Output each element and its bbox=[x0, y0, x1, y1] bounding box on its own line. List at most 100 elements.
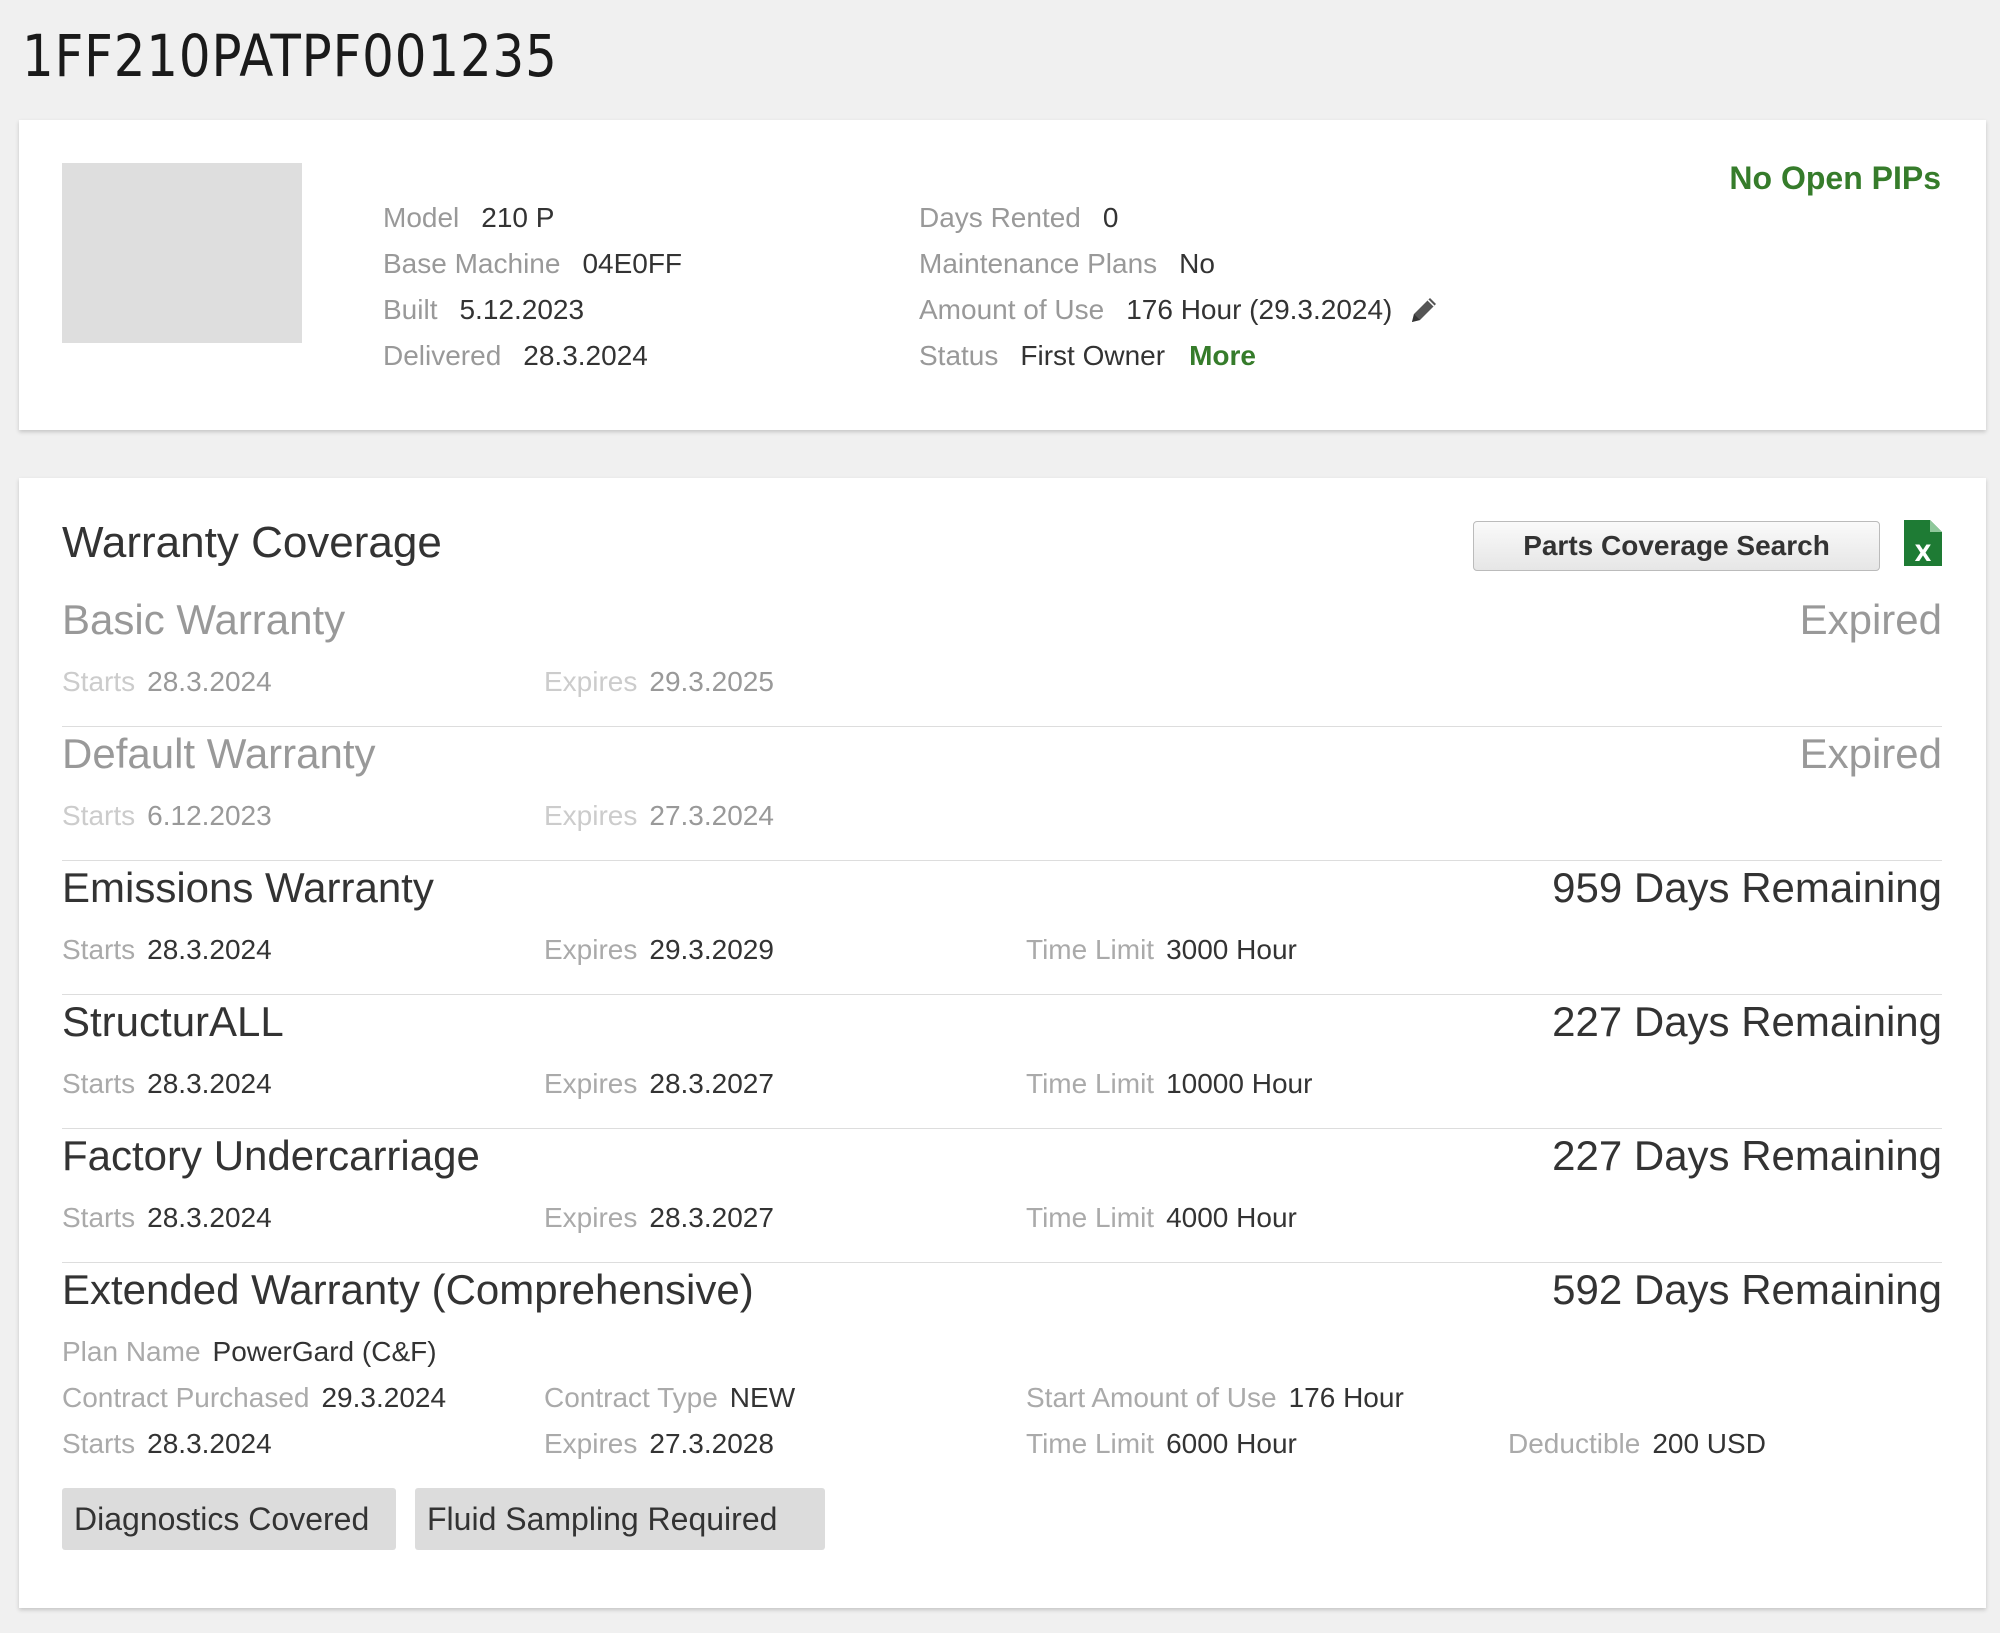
machine-info-column-2: Days Rented 0 Maintenance Plans No Amoun… bbox=[919, 195, 1444, 379]
warranty-coverage-title: Warranty Coverage bbox=[62, 518, 442, 567]
expires-value: 28.3.2027 bbox=[649, 1068, 774, 1099]
expires-label: Expires bbox=[544, 666, 638, 697]
contract-purchased-label: Contract Purchased bbox=[62, 1382, 310, 1413]
expires-field: Expires 27.3.2028 bbox=[544, 1428, 774, 1460]
section-divider bbox=[62, 994, 1942, 995]
days-rented-row: Days Rented 0 bbox=[919, 195, 1444, 241]
warranty-name: Basic Warranty bbox=[62, 596, 346, 643]
deductible-label: Deductible bbox=[1508, 1428, 1641, 1459]
expires-label: Expires bbox=[544, 800, 638, 831]
machine-info-column-1: Model 210 P Base Machine 04E0FF Built 5.… bbox=[383, 195, 682, 379]
time-limit-value: 4000 Hour bbox=[1166, 1202, 1297, 1233]
expires-value: 29.3.2025 bbox=[649, 666, 774, 697]
starts-field: Starts 28.3.2024 bbox=[62, 1068, 272, 1100]
base-machine-value: 04E0FF bbox=[582, 248, 683, 279]
expires-label: Expires bbox=[544, 1202, 638, 1233]
starts-value: 28.3.2024 bbox=[147, 666, 272, 697]
starts-label: Starts bbox=[62, 934, 136, 965]
plan-name-value: PowerGard (C&F) bbox=[212, 1336, 437, 1367]
starts-label: Starts bbox=[62, 1068, 136, 1099]
starts-value: 28.3.2024 bbox=[147, 1202, 272, 1233]
starts-label: Starts bbox=[62, 666, 136, 697]
plan-name-field: Plan Name PowerGard (C&F) bbox=[62, 1336, 437, 1368]
time-limit-field: Time Limit 6000 Hour bbox=[1026, 1428, 1297, 1460]
time-limit-label: Time Limit bbox=[1026, 934, 1155, 965]
more-link[interactable]: More bbox=[1189, 340, 1256, 372]
delivered-row: Delivered 28.3.2024 bbox=[383, 333, 682, 379]
status-label: Status bbox=[919, 340, 999, 371]
excel-icon[interactable]: X bbox=[1902, 518, 1944, 568]
page-title: 1FF210PATPF001235 bbox=[22, 22, 558, 90]
expires-value: 27.3.2028 bbox=[649, 1428, 774, 1459]
pencil-icon[interactable] bbox=[1404, 290, 1444, 330]
amount-of-use-row: Amount of Use 176 Hour (29.3.2024) bbox=[919, 287, 1444, 333]
contract-purchased-value: 29.3.2024 bbox=[321, 1382, 447, 1413]
expires-field: Expires 29.3.2025 bbox=[544, 666, 774, 698]
starts-field: Starts 28.3.2024 bbox=[62, 666, 272, 698]
model-row: Model 210 P bbox=[383, 195, 682, 241]
starts-value: 28.3.2024 bbox=[147, 934, 272, 965]
days-rented-label: Days Rented bbox=[919, 202, 1081, 233]
warranty-status: Expired bbox=[1799, 730, 1942, 777]
status-value: First Owner bbox=[1020, 340, 1166, 371]
warranty-status: 227 Days Remaining bbox=[1552, 998, 1942, 1045]
expires-field: Expires 29.3.2029 bbox=[544, 934, 774, 966]
starts-value: 28.3.2024 bbox=[147, 1068, 272, 1099]
base-machine-label: Base Machine bbox=[383, 248, 561, 279]
starts-label: Starts bbox=[62, 1202, 136, 1233]
diagnostics-covered-tag: Diagnostics Covered bbox=[62, 1488, 396, 1550]
expires-label: Expires bbox=[544, 1428, 638, 1459]
warranty-section-factory-undercarriage: Factory Undercarriage 227 Days Remaining… bbox=[62, 1132, 1942, 1263]
starts-label: Starts bbox=[62, 1428, 136, 1459]
expires-value: 27.3.2024 bbox=[649, 800, 774, 831]
starts-value: 28.3.2024 bbox=[147, 1428, 272, 1459]
time-limit-value: 6000 Hour bbox=[1166, 1428, 1297, 1459]
section-divider bbox=[62, 1262, 1942, 1263]
warranty-coverage-card: Warranty Coverage Parts Coverage Search … bbox=[19, 478, 1986, 1608]
starts-field: Starts 28.3.2024 bbox=[62, 1202, 272, 1234]
starts-label: Starts bbox=[62, 800, 136, 831]
expires-label: Expires bbox=[544, 1068, 638, 1099]
contract-type-label: Contract Type bbox=[544, 1382, 718, 1413]
maintenance-plans-row: Maintenance Plans No bbox=[919, 241, 1444, 287]
expires-field: Expires 28.3.2027 bbox=[544, 1202, 774, 1234]
model-value: 210 P bbox=[481, 202, 555, 233]
expires-label: Expires bbox=[544, 934, 638, 965]
maintenance-plans-label: Maintenance Plans bbox=[919, 248, 1158, 279]
delivered-label: Delivered bbox=[383, 340, 502, 371]
start-amount-of-use-field: Start Amount of Use 176 Hour bbox=[1026, 1382, 1404, 1414]
time-limit-field: Time Limit 4000 Hour bbox=[1026, 1202, 1297, 1234]
start-amount-of-use-label: Start Amount of Use bbox=[1026, 1382, 1277, 1413]
warranty-status: 959 Days Remaining bbox=[1552, 864, 1942, 911]
warranty-name: Extended Warranty (Comprehensive) bbox=[62, 1266, 754, 1313]
amount-of-use-value: 176 Hour (29.3.2024) bbox=[1126, 294, 1393, 325]
warranty-section-structurall: StructurALL 227 Days Remaining Starts 28.… bbox=[62, 998, 1942, 1129]
warranty-name: Default Warranty bbox=[62, 730, 376, 777]
base-machine-row: Base Machine 04E0FF bbox=[383, 241, 682, 287]
warranty-status: Expired bbox=[1799, 596, 1942, 643]
contract-type-value: NEW bbox=[729, 1382, 796, 1413]
fluid-sampling-required-tag: Fluid Sampling Required bbox=[415, 1488, 825, 1550]
machine-summary-card: Model 210 P Base Machine 04E0FF Built 5.… bbox=[19, 120, 1986, 430]
warranty-name: Emissions Warranty bbox=[62, 864, 434, 911]
start-amount-of-use-value: 176 Hour bbox=[1288, 1382, 1404, 1413]
warranty-status: 592 Days Remaining bbox=[1552, 1266, 1942, 1313]
warranty-section-extended: Extended Warranty (Comprehensive) 592 Da… bbox=[62, 1266, 1942, 1496]
time-limit-field: Time Limit 3000 Hour bbox=[1026, 934, 1297, 966]
expires-field: Expires 27.3.2024 bbox=[544, 800, 774, 832]
time-limit-value: 3000 Hour bbox=[1166, 934, 1297, 965]
warranty-section-emissions: Emissions Warranty 959 Days Remaining St… bbox=[62, 864, 1942, 995]
section-divider bbox=[62, 726, 1942, 727]
time-limit-label: Time Limit bbox=[1026, 1428, 1155, 1459]
warranty-section-default: Default Warranty Expired Starts 6.12.2023… bbox=[62, 730, 1942, 861]
warranty-name: StructurALL bbox=[62, 998, 284, 1045]
maintenance-plans-value: No bbox=[1179, 248, 1215, 279]
parts-coverage-search-button[interactable]: Parts Coverage Search bbox=[1473, 521, 1880, 571]
deductible-field: Deductible 200 USD bbox=[1508, 1428, 1766, 1460]
contract-purchased-field: Contract Purchased 29.3.2024 bbox=[62, 1382, 446, 1414]
expires-value: 29.3.2029 bbox=[649, 934, 774, 965]
starts-field: Starts 28.3.2024 bbox=[62, 934, 272, 966]
plan-name-label: Plan Name bbox=[62, 1336, 201, 1367]
built-value: 5.12.2023 bbox=[459, 294, 585, 325]
pips-status: No Open PIPs bbox=[1729, 160, 1941, 196]
